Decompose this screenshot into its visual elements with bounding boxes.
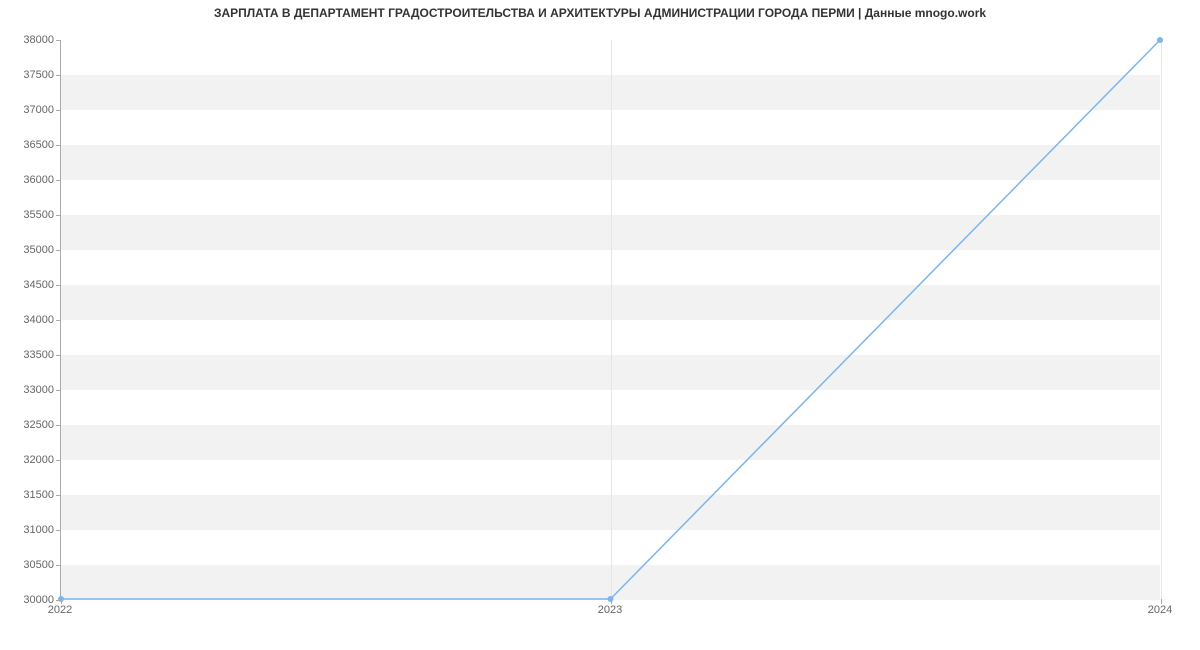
y-tick-mark — [56, 250, 61, 251]
data-point — [1157, 37, 1163, 43]
gridline-vertical — [1161, 40, 1162, 599]
y-tick-mark — [56, 390, 61, 391]
plot-area — [60, 40, 1160, 600]
y-tick-mark — [56, 215, 61, 216]
y-tick-label: 31500 — [4, 489, 54, 501]
y-tick-label: 31000 — [4, 524, 54, 536]
y-tick-label: 33500 — [4, 349, 54, 361]
y-tick-label: 35000 — [4, 244, 54, 256]
x-tick-label: 2024 — [1120, 604, 1200, 616]
y-tick-label: 36000 — [4, 174, 54, 186]
y-tick-mark — [56, 40, 61, 41]
y-tick-label: 33000 — [4, 384, 54, 396]
y-tick-mark — [56, 600, 61, 601]
series-line — [61, 40, 1160, 599]
y-tick-label: 37500 — [4, 69, 54, 81]
line-layer — [61, 40, 1160, 599]
y-tick-label: 34000 — [4, 314, 54, 326]
y-tick-mark — [56, 180, 61, 181]
y-tick-label: 38000 — [4, 34, 54, 46]
y-tick-mark — [56, 495, 61, 496]
y-tick-mark — [56, 110, 61, 111]
y-tick-mark — [56, 565, 61, 566]
y-tick-label: 34500 — [4, 279, 54, 291]
x-tick-label: 2023 — [570, 604, 650, 616]
y-tick-label: 30500 — [4, 559, 54, 571]
y-tick-mark — [56, 75, 61, 76]
chart-title: ЗАРПЛАТА В ДЕПАРТАМЕНТ ГРАДОСТРОИТЕЛЬСТВ… — [0, 6, 1200, 20]
y-tick-mark — [56, 530, 61, 531]
y-tick-mark — [56, 460, 61, 461]
chart-container: ЗАРПЛАТА В ДЕПАРТАМЕНТ ГРАДОСТРОИТЕЛЬСТВ… — [0, 0, 1200, 650]
y-tick-mark — [56, 285, 61, 286]
y-tick-mark — [56, 145, 61, 146]
y-tick-label: 32500 — [4, 419, 54, 431]
y-tick-label: 35500 — [4, 209, 54, 221]
y-tick-label: 30000 — [4, 594, 54, 606]
y-tick-mark — [56, 320, 61, 321]
y-tick-mark — [56, 425, 61, 426]
y-tick-label: 36500 — [4, 139, 54, 151]
y-tick-label: 37000 — [4, 104, 54, 116]
y-tick-mark — [56, 355, 61, 356]
y-tick-label: 32000 — [4, 454, 54, 466]
